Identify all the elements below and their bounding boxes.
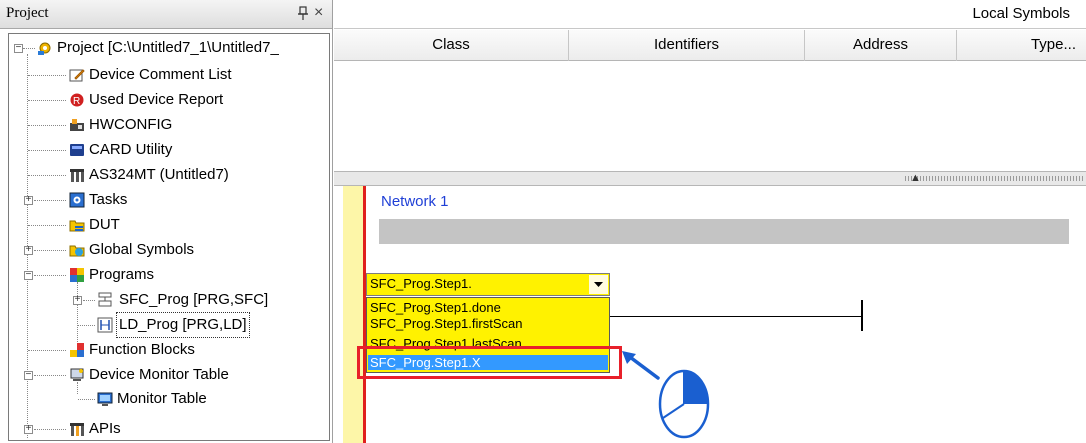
- tree-item-tasks[interactable]: + Tasks: [9, 188, 329, 212]
- tree-item-programs[interactable]: − Programs: [9, 263, 329, 287]
- tree-item-label: AS324MT (Untitled7): [89, 166, 229, 183]
- highlight-annotation-box: [357, 346, 622, 379]
- network-label: Network 1: [381, 193, 449, 210]
- tree-item-as324mt[interactable]: AS324MT (Untitled7): [9, 163, 329, 187]
- function-blocks-icon: [70, 343, 84, 357]
- splitter-grip[interactable]: [905, 176, 1085, 181]
- column-header-type[interactable]: Type...: [957, 30, 1086, 61]
- tasks-icon: [69, 192, 85, 208]
- local-symbols-column-header: Class Identifiers Address Type...: [334, 30, 1086, 61]
- tree-item-label: Used Device Report: [89, 91, 224, 108]
- tree-item-label: APIs: [89, 420, 121, 437]
- tree-item-label: Device Comment List: [89, 66, 232, 83]
- tree-item-label: Global Symbols: [89, 241, 195, 258]
- dropdown-item-firstscan[interactable]: SFC_Prog.Step1.firstScan: [370, 316, 522, 331]
- tree-item-hwconfig[interactable]: HWCONFIG: [9, 113, 329, 137]
- rung-wire: [610, 316, 862, 317]
- tree-item-label: LD_Prog [PRG,LD]: [116, 312, 250, 338]
- column-header-class[interactable]: Class: [334, 30, 569, 61]
- expand-icon[interactable]: +: [24, 425, 33, 435]
- collapse-up-icon[interactable]: ▲: [910, 172, 921, 184]
- project-tree: − Project [C:\Untitled7_1\Untitled7_ Dev…: [8, 33, 330, 441]
- device-monitor-icon: [70, 368, 84, 381]
- tree-item-used-device-report[interactable]: R Used Device Report: [9, 88, 329, 112]
- tree-item-ld-prog[interactable]: LD_Prog [PRG,LD]: [9, 312, 329, 338]
- tree-item-sfc-prog[interactable]: + SFC_Prog [PRG,SFC]: [9, 288, 329, 312]
- network-comment-bar[interactable]: [379, 219, 1069, 244]
- expand-icon[interactable]: +: [73, 296, 82, 306]
- tree-item-label: Device Monitor Table: [89, 366, 229, 383]
- tree-item-global-symbols[interactable]: + Global Symbols: [9, 238, 329, 262]
- project-panel-header: Project ×: [0, 0, 332, 29]
- project-panel: Project × − Project [C:\Untitled7_1\Unti…: [0, 0, 333, 443]
- plc-module-icon: [70, 169, 84, 182]
- local-symbols-title: Local Symbols: [972, 5, 1070, 22]
- tree-item-device-monitor-table[interactable]: − Device Monitor Table: [9, 363, 329, 387]
- collapse-icon[interactable]: −: [14, 44, 23, 54]
- tree-item-function-blocks[interactable]: Function Blocks: [9, 338, 329, 362]
- local-symbols-table-body[interactable]: [334, 62, 1086, 171]
- report-icon: R: [70, 93, 84, 107]
- svg-text:R: R: [73, 96, 80, 107]
- comment-edit-icon: [69, 69, 85, 82]
- column-header-identifiers[interactable]: Identifiers: [569, 30, 805, 61]
- pin-icon[interactable]: [298, 6, 308, 20]
- tree-item-apis[interactable]: + APIs: [9, 413, 329, 437]
- tree-item-label: Function Blocks: [89, 341, 195, 358]
- tree-item-label: CARD Utility: [89, 141, 173, 158]
- global-symbols-icon: [69, 245, 85, 257]
- tree-item-label: Programs: [89, 266, 155, 283]
- rung-contact-end: [861, 300, 863, 331]
- tree-item-project[interactable]: − Project [C:\Untitled7_1\Untitled7_: [9, 36, 329, 60]
- network-margin: [343, 186, 363, 443]
- left-click-mouse-icon: [622, 351, 710, 439]
- tree-item-dut[interactable]: DUT: [9, 213, 329, 237]
- tree-item-label: Monitor Table: [117, 390, 207, 407]
- collapse-icon[interactable]: −: [24, 371, 33, 381]
- column-header-address[interactable]: Address: [805, 30, 957, 61]
- device-name-combobox[interactable]: SFC_Prog.Step1.: [366, 273, 610, 296]
- programs-icon: [70, 268, 84, 282]
- ld-program-icon: [97, 317, 113, 333]
- tree-item-label: Project [C:\Untitled7_1\Untitled7_: [57, 39, 279, 56]
- apis-icon: [70, 423, 84, 436]
- collapse-icon[interactable]: −: [24, 271, 33, 281]
- hardware-config-icon: [70, 119, 84, 131]
- local-symbols-header: Local Symbols: [334, 0, 1086, 29]
- tree-item-label: DUT: [89, 216, 120, 233]
- card-icon: [70, 144, 84, 156]
- project-gear-icon: [38, 42, 51, 55]
- tree-item-device-comment-list[interactable]: Device Comment List: [9, 63, 329, 87]
- project-panel-title: Project: [6, 5, 49, 21]
- expand-icon[interactable]: +: [24, 196, 33, 206]
- tree-item-card-utility[interactable]: CARD Utility: [9, 138, 329, 162]
- chevron-down-icon[interactable]: [589, 275, 608, 294]
- tree-item-label: HWCONFIG: [89, 116, 173, 133]
- combobox-value: SFC_Prog.Step1.: [370, 276, 472, 291]
- tree-item-label: Tasks: [89, 191, 128, 208]
- sfc-program-icon: [98, 292, 112, 307]
- monitor-table-icon: [97, 392, 113, 406]
- dut-icon: [69, 220, 85, 232]
- close-icon[interactable]: ×: [314, 4, 323, 22]
- tree-item-label: SFC_Prog [PRG,SFC]: [119, 291, 269, 308]
- tree-item-monitor-table[interactable]: Monitor Table: [9, 387, 329, 411]
- expand-icon[interactable]: +: [24, 246, 33, 256]
- dropdown-item-done[interactable]: SFC_Prog.Step1.done: [370, 300, 501, 315]
